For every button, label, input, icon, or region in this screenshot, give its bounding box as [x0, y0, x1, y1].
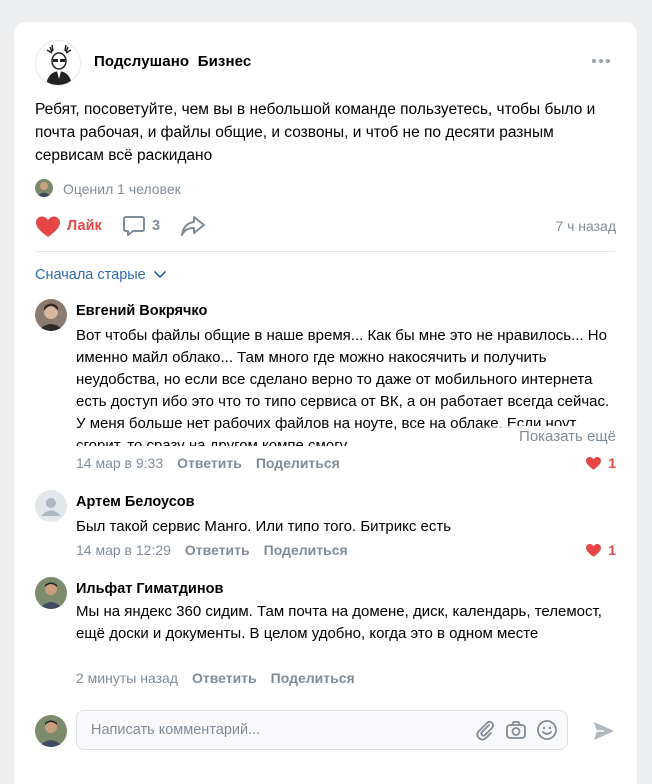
reply-button[interactable]: Ответить	[185, 542, 250, 558]
sort-comments-button[interactable]: Сначала старые	[35, 267, 166, 283]
comment-author[interactable]: Евгений Вокрячко	[76, 303, 207, 319]
comment-author[interactable]: Артем Белоусов	[76, 494, 195, 510]
comment-date[interactable]: 14 мар в 12:29	[76, 542, 171, 558]
more-options-icon[interactable]	[592, 56, 612, 66]
comment-meta: 14 мар в 9:33 Ответить Поделиться	[76, 455, 340, 471]
share-button[interactable]: Поделиться	[256, 455, 340, 471]
heart-icon	[586, 456, 602, 470]
send-icon[interactable]	[592, 719, 616, 743]
comment-date[interactable]: 14 мар в 9:33	[76, 455, 163, 471]
like-button[interactable]: Лайк	[67, 218, 102, 234]
comment-text: Был такой сервис Манго. Или типо того. Б…	[76, 518, 452, 535]
share-icon[interactable]	[180, 214, 206, 238]
comments-count[interactable]: 3	[152, 218, 160, 234]
comment-meta: 2 минуты назад Ответить Поделиться	[76, 670, 355, 686]
emoji-icon[interactable]	[536, 719, 558, 741]
share-button[interactable]: Поделиться	[264, 542, 348, 558]
attach-icon[interactable]	[474, 719, 496, 741]
comment-like-button[interactable]: 1	[585, 455, 616, 471]
comment-date[interactable]: 2 минуты назад	[76, 670, 178, 686]
reply-button[interactable]: Ответить	[177, 455, 242, 471]
comment-meta: 14 мар в 12:29 Ответить Поделиться	[76, 542, 348, 558]
comment-like-count: 1	[608, 542, 616, 558]
liker-avatar[interactable]	[35, 179, 53, 197]
heart-icon	[586, 543, 602, 557]
comment-text-wrap: Вот чтобы файлы общие в наше время... Ка…	[76, 325, 616, 446]
post-text: Ребят, посоветуйте, чем вы в небольшой к…	[35, 101, 596, 164]
current-user-avatar[interactable]	[35, 715, 67, 747]
group-name[interactable]: Подслушано Бизнес	[94, 53, 251, 70]
chevron-down-icon	[153, 271, 166, 279]
comment-author[interactable]: Ильфат Гиматдинов	[76, 581, 223, 597]
sort-label: Сначала старые	[35, 267, 146, 283]
share-button[interactable]: Поделиться	[271, 670, 355, 686]
post-card: Подслушано Бизнес Ребят, посоветуйте, че…	[14, 22, 637, 784]
comment-like-count: 1	[608, 455, 616, 471]
group-avatar[interactable]	[35, 40, 81, 86]
camera-icon[interactable]	[505, 719, 527, 741]
comment-avatar[interactable]	[35, 577, 67, 609]
comment-like-button[interactable]: 1	[585, 542, 616, 558]
divider	[35, 251, 615, 252]
show-more-link[interactable]: Показать ещё	[475, 426, 616, 446]
reply-button[interactable]: Ответить	[192, 670, 257, 686]
comment-icon[interactable]	[122, 214, 146, 238]
comment-avatar[interactable]	[35, 299, 67, 331]
heart-icon[interactable]	[35, 215, 61, 239]
comment-text: Мы на яндекс 360 сидим. Там почта на дом…	[76, 603, 602, 642]
post-time[interactable]: 7 ч назад	[555, 218, 616, 234]
comment-avatar[interactable]	[35, 490, 67, 522]
liked-by-text[interactable]: Оценил 1 человек	[63, 181, 181, 197]
